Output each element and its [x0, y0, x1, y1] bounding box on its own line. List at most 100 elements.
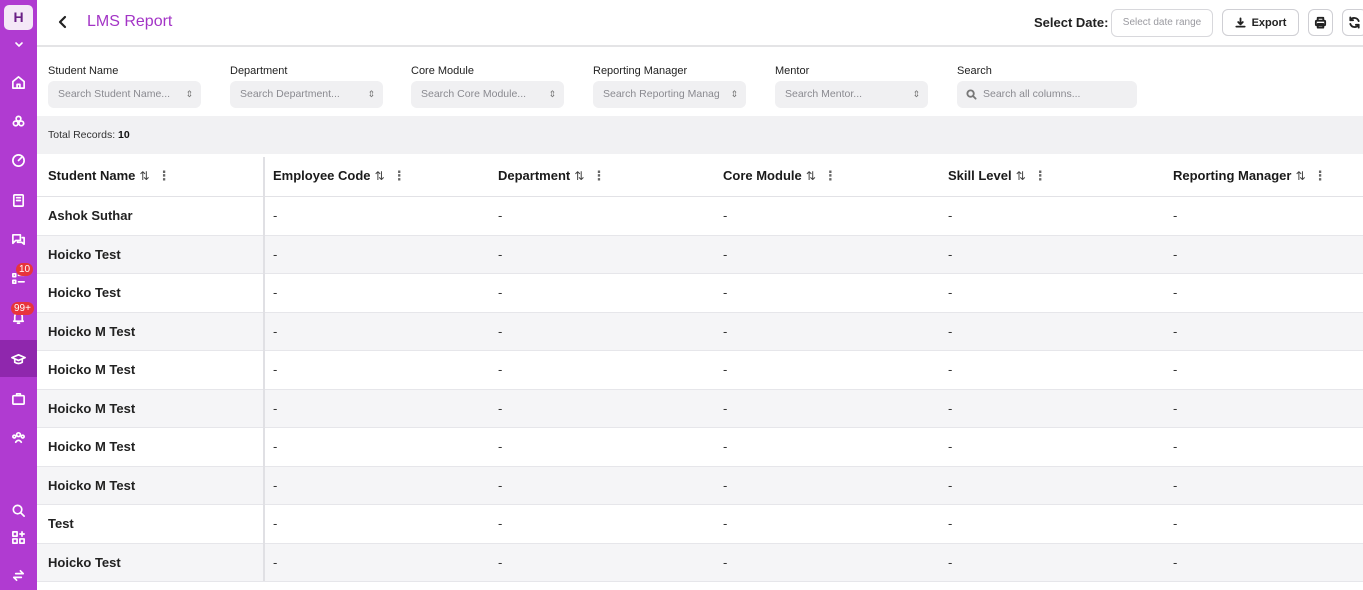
- export-label: Export: [1251, 16, 1287, 29]
- table-row[interactable]: Hoicko M Test - - - - -: [37, 466, 1363, 505]
- total-records-bar: Total Records: 10: [37, 116, 1363, 154]
- brand-avatar[interactable]: H: [4, 5, 33, 30]
- cell-employee-code: -: [273, 285, 278, 300]
- reporting-manager-select[interactable]: Search Reporting Manag ⇕: [593, 81, 746, 108]
- total-records-label: Total Records:: [48, 129, 116, 141]
- column-menu-icon[interactable]: ⋮: [1314, 168, 1327, 183]
- chevron-down-icon[interactable]: [0, 36, 37, 54]
- cell-core-module: -: [723, 477, 728, 493]
- cell-core-module: -: [723, 516, 728, 531]
- cell-employee-code: -: [273, 323, 278, 339]
- search-icon[interactable]: [6, 498, 30, 522]
- table-row[interactable]: Test - - - - -: [37, 505, 1363, 544]
- cell-department: -: [498, 323, 503, 339]
- column-header-reporting-manager[interactable]: Reporting Manager ⇅ ⋮: [1173, 155, 1327, 197]
- cell-reporting-manager: -: [1173, 400, 1178, 416]
- sort-icon[interactable]: ⇅: [139, 169, 149, 183]
- sort-icon[interactable]: ⇅: [574, 169, 584, 183]
- grid-icon[interactable]: [6, 109, 30, 133]
- sort-icon[interactable]: ⇅: [806, 169, 816, 183]
- select-placeholder: Search Mentor...: [785, 88, 863, 100]
- back-arrow-icon[interactable]: [55, 14, 71, 30]
- table-row[interactable]: Hoicko M Test - - - - -: [37, 351, 1363, 390]
- column-header-employee-code[interactable]: Employee Code ⇅ ⋮: [273, 155, 406, 197]
- cell-employee-code: -: [273, 477, 278, 493]
- column-menu-icon[interactable]: ⋮: [824, 168, 837, 183]
- sort-icon[interactable]: ⇅: [1016, 169, 1026, 183]
- cell-department: -: [498, 362, 503, 377]
- mentor-select[interactable]: Search Mentor... ⇕: [775, 81, 928, 108]
- cell-department: -: [498, 477, 503, 493]
- student-name-select[interactable]: Search Student Name... ⇕: [48, 81, 201, 108]
- column-header-student-name[interactable]: Student Name ⇅ ⋮: [48, 155, 170, 197]
- page-header: LMS Report Select Date: Select date rang…: [37, 0, 1363, 47]
- switch-icon[interactable]: [6, 563, 30, 587]
- filter-label: Department: [230, 65, 288, 77]
- graduation-cap-icon[interactable]: [6, 347, 30, 371]
- cell-core-module: -: [723, 208, 728, 223]
- filter-label: Core Module: [411, 65, 474, 77]
- table-row[interactable]: Hoicko M Test - - - - -: [37, 428, 1363, 467]
- table-row[interactable]: Ashok Suthar - - - - -: [37, 197, 1363, 236]
- column-menu-icon[interactable]: ⋮: [157, 168, 170, 183]
- total-records-count: 10: [118, 129, 130, 141]
- cell-core-module: -: [723, 554, 728, 570]
- column-header-skill-level[interactable]: Skill Level ⇅ ⋮: [948, 155, 1047, 197]
- cell-student-name: Hoicko Test: [48, 554, 121, 570]
- filter-student-name: Student Name Search Student Name... ⇕: [48, 65, 201, 108]
- download-icon: [1235, 17, 1246, 28]
- team-icon[interactable]: [6, 425, 30, 449]
- column-menu-icon[interactable]: ⋮: [1034, 168, 1047, 183]
- column-header-core-module[interactable]: Core Module ⇅ ⋮: [723, 155, 837, 197]
- export-button[interactable]: Export: [1222, 9, 1299, 36]
- core-module-select[interactable]: Search Core Module... ⇕: [411, 81, 564, 108]
- cell-skill-level: -: [948, 246, 953, 262]
- cell-core-module: -: [723, 362, 728, 377]
- table-row[interactable]: Hoicko Test - - - - -: [37, 235, 1363, 274]
- notifications-badge: 99+: [11, 302, 34, 315]
- page-title: LMS Report: [87, 13, 173, 30]
- cell-reporting-manager: -: [1173, 362, 1178, 377]
- filter-mentor: Mentor Search Mentor... ⇕: [775, 65, 928, 108]
- cell-student-name: Hoicko Test: [48, 246, 121, 262]
- print-button[interactable]: [1308, 9, 1333, 36]
- filter-label: Search: [957, 65, 992, 77]
- table-row[interactable]: Hoicko Test - - - - -: [37, 274, 1363, 313]
- chat-icon[interactable]: [6, 227, 30, 251]
- sort-caret-icon: ⇕: [548, 89, 556, 99]
- department-select[interactable]: Search Department... ⇕: [230, 81, 383, 108]
- cell-skill-level: -: [948, 477, 953, 493]
- sort-caret-icon: ⇕: [730, 89, 738, 99]
- filters-bar: Student Name Search Student Name... ⇕ De…: [37, 49, 1363, 116]
- filter-label: Student Name: [48, 65, 119, 77]
- date-range-input[interactable]: Select date range: [1111, 9, 1213, 37]
- search-all-input[interactable]: Search all columns...: [957, 81, 1137, 108]
- cell-department: -: [498, 554, 503, 570]
- cell-employee-code: -: [273, 554, 278, 570]
- cell-skill-level: -: [948, 516, 953, 531]
- filter-reporting-manager: Reporting Manager Search Reporting Manag…: [593, 65, 746, 108]
- table-row[interactable]: Hoicko M Test - - - - -: [37, 389, 1363, 428]
- cell-skill-level: -: [948, 400, 953, 416]
- briefcase-icon[interactable]: [6, 386, 30, 410]
- table-row[interactable]: Hoicko Test - - - - -: [37, 543, 1363, 582]
- select-placeholder: Search Reporting Manag: [603, 88, 720, 100]
- pinned-column-divider[interactable]: [263, 157, 265, 581]
- cell-department: -: [498, 400, 503, 416]
- book-icon[interactable]: [6, 188, 30, 212]
- home-icon[interactable]: [6, 70, 30, 94]
- column-menu-icon[interactable]: ⋮: [592, 168, 605, 183]
- apps-icon[interactable]: [6, 525, 30, 549]
- cell-skill-level: -: [948, 208, 953, 223]
- sort-icon[interactable]: ⇅: [1295, 169, 1305, 183]
- dashboard-icon[interactable]: [6, 148, 30, 172]
- refresh-button[interactable]: [1342, 9, 1363, 36]
- cell-skill-level: -: [948, 323, 953, 339]
- column-header-department[interactable]: Department ⇅ ⋮: [498, 155, 605, 197]
- cell-department: -: [498, 246, 503, 262]
- column-menu-icon[interactable]: ⋮: [393, 168, 406, 183]
- table-row[interactable]: Hoicko M Test - - - - -: [37, 312, 1363, 351]
- sort-icon[interactable]: ⇅: [375, 169, 385, 183]
- cell-department: -: [498, 208, 503, 223]
- cell-student-name: Test: [48, 516, 74, 531]
